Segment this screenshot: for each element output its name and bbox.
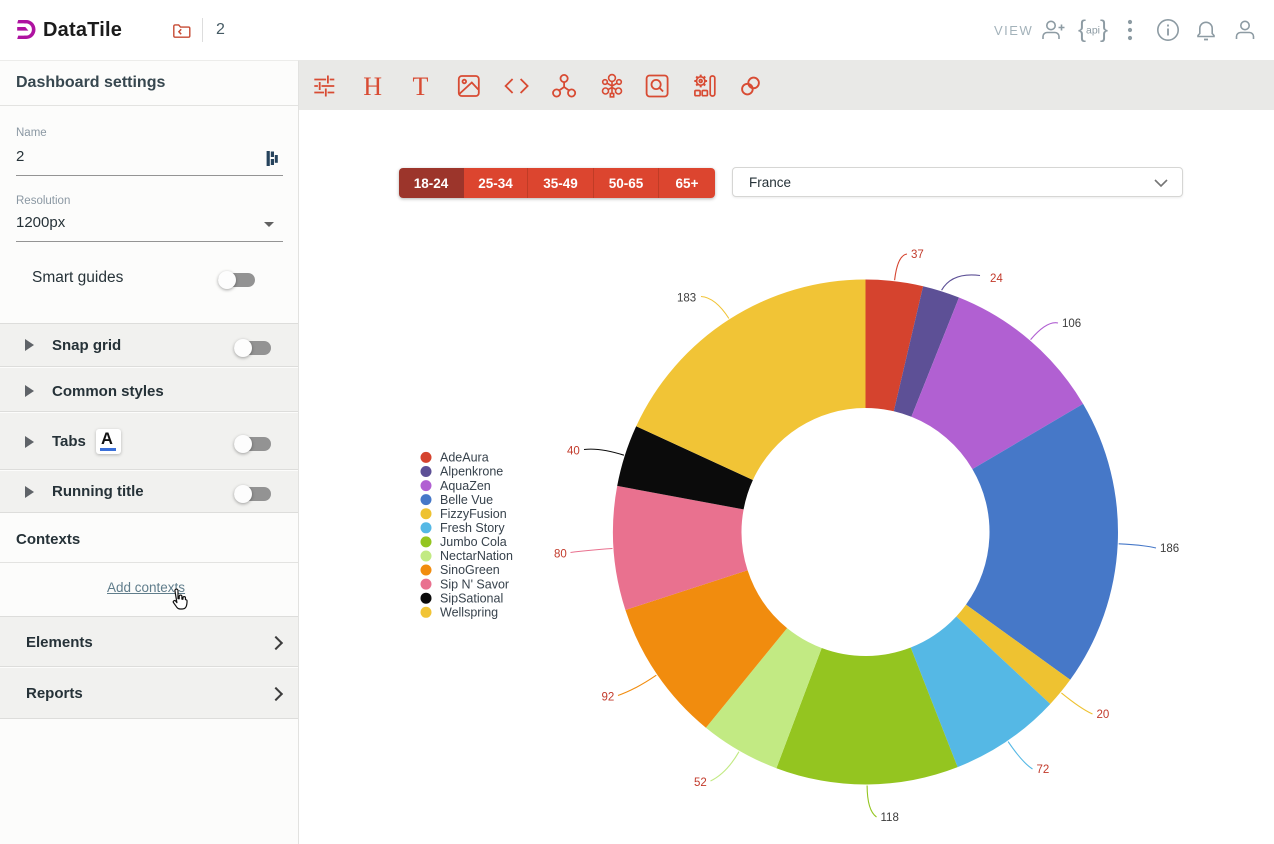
svg-text:118: 118 (881, 812, 899, 824)
svg-text:H: H (363, 72, 382, 101)
svg-text:Jumbo Cola: Jumbo Cola (440, 535, 507, 549)
svg-text:20: 20 (1097, 709, 1110, 721)
svg-text:Belle Vue: Belle Vue (440, 493, 493, 507)
svg-text:80: 80 (554, 549, 567, 561)
svg-text:Alpenkrone: Alpenkrone (440, 465, 503, 479)
svg-text:Fresh Story: Fresh Story (440, 521, 505, 535)
svg-text:37: 37 (911, 249, 924, 261)
svg-text:106: 106 (1062, 318, 1081, 330)
svg-text:T: T (413, 72, 429, 101)
svg-text:SinoGreen: SinoGreen (440, 563, 500, 577)
svg-text:AquaZen: AquaZen (440, 479, 491, 493)
svg-text:Sip N' Savor: Sip N' Savor (440, 577, 509, 591)
svg-text:24: 24 (990, 273, 1003, 285)
svg-text:NectarNation: NectarNation (440, 549, 513, 563)
svg-text:72: 72 (1037, 764, 1050, 776)
svg-text:183: 183 (677, 293, 696, 305)
svg-text:186: 186 (1160, 543, 1179, 555)
svg-text:FizzyFusion: FizzyFusion (440, 507, 507, 521)
svg-text:AdeAura: AdeAura (440, 451, 489, 465)
svg-text:40: 40 (567, 446, 580, 458)
svg-text:52: 52 (694, 777, 707, 789)
svg-text:SipSational: SipSational (440, 591, 503, 605)
svg-text:Wellspring: Wellspring (440, 606, 498, 620)
svg-text:92: 92 (602, 692, 615, 704)
